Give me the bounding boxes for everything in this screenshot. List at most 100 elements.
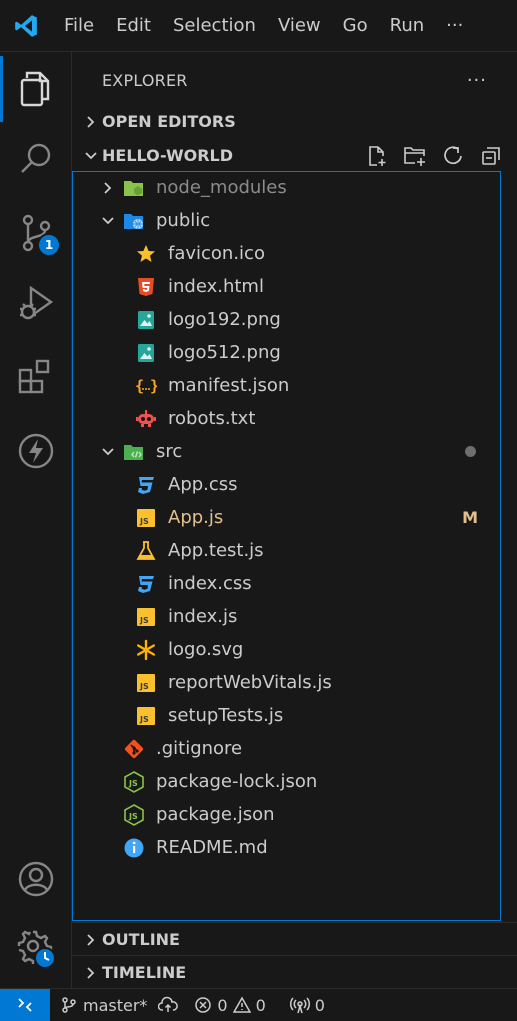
robot-icon (135, 408, 157, 430)
file-label: reportWebVitals.js (168, 672, 332, 693)
thunder-client-icon[interactable] (0, 418, 72, 484)
warning-icon (232, 996, 251, 1013)
search-icon[interactable] (0, 126, 72, 192)
folder-public-icon (123, 210, 145, 232)
menu-more[interactable]: ··· (435, 0, 474, 52)
branch-indicator[interactable]: master* (60, 996, 179, 1015)
broadcast-icon (289, 997, 310, 1014)
chevron-down-icon (97, 210, 119, 232)
sync-cloud-icon (158, 996, 179, 1012)
explorer-title: EXPLORER (102, 70, 188, 90)
account-icon[interactable] (0, 846, 72, 912)
new-folder-icon[interactable] (399, 142, 431, 170)
open-editors-section[interactable]: OPEN EDITORS (72, 105, 517, 138)
folder-src-icon (123, 441, 145, 463)
file-label: App.css (168, 474, 238, 495)
menu-edit[interactable]: Edit (105, 0, 162, 52)
image-icon (135, 309, 157, 331)
file-row[interactable]: JS setupTests.js (73, 699, 500, 732)
file-label: App.js (168, 507, 224, 528)
file-row[interactable]: JS package.json (73, 798, 500, 831)
ports-indicator[interactable]: 0 (289, 996, 325, 1015)
open-editors-label: OPEN EDITORS (102, 112, 236, 131)
source-control-badge: 1 (37, 233, 61, 257)
svg-text:{: { (135, 377, 144, 395)
chevron-down-icon (97, 441, 119, 463)
file-label: manifest.json (168, 375, 290, 396)
file-label: index.html (168, 276, 264, 297)
run-debug-icon[interactable] (0, 270, 72, 336)
file-tree: node_modulespublic favicon.ico index.html l… (72, 171, 501, 921)
svg-text:JS: JS (128, 779, 138, 788)
html5-icon (135, 276, 157, 298)
menu-bar: File Edit Selection View Go Run ··· (52, 0, 474, 52)
nodejs-icon: JS (123, 770, 145, 793)
json-icon: {} (135, 375, 157, 397)
chevron-right-icon (80, 929, 102, 951)
refresh-icon[interactable] (437, 142, 469, 170)
folder-row[interactable]: src (73, 435, 500, 468)
nodejs-icon: JS (123, 803, 145, 826)
outline-label: OUTLINE (102, 930, 180, 949)
file-label: index.js (168, 606, 238, 627)
timeline-section[interactable]: TIMELINE (72, 955, 517, 988)
file-label: package-lock.json (156, 771, 318, 792)
file-label: .gitignore (156, 738, 243, 759)
git-status-badge: M (462, 508, 478, 527)
problems-indicator[interactable]: 0 0 (194, 995, 266, 1015)
new-file-icon[interactable] (361, 142, 393, 170)
remote-indicator[interactable] (0, 988, 50, 1021)
file-label: logo.svg (168, 639, 244, 660)
test-flask-icon (135, 540, 157, 562)
menu-run[interactable]: Run (379, 0, 436, 52)
css-icon (135, 474, 157, 496)
file-row[interactable]: App.css (73, 468, 500, 501)
modified-dot-indicator (465, 446, 476, 457)
activity-bar: 1 (0, 52, 72, 988)
menu-file[interactable]: File (52, 0, 105, 52)
file-row[interactable]: logo192.png (73, 303, 500, 336)
file-row[interactable]: robots.txt (73, 402, 500, 435)
explorer-more-actions[interactable]: ··· (467, 70, 487, 91)
warning-count: 0 (255, 995, 266, 1015)
svg-text:}: } (150, 377, 157, 395)
folder-label: public (156, 210, 211, 231)
file-row[interactable]: JS index.js (73, 600, 500, 633)
extensions-icon[interactable] (0, 344, 72, 410)
source-control-icon[interactable] (0, 200, 72, 266)
file-row[interactable]: .gitignore (73, 732, 500, 765)
folder-row[interactable]: public (73, 204, 500, 237)
star-icon (135, 243, 157, 265)
js-icon: JS (135, 606, 157, 628)
file-row[interactable]: JS App.js M (73, 501, 500, 534)
menu-selection[interactable]: Selection (162, 0, 267, 52)
file-label: favicon.ico (168, 243, 265, 264)
workspace-label: HELLO-WORLD (102, 146, 234, 165)
outline-section[interactable]: OUTLINE (72, 922, 517, 955)
folder-row[interactable]: node_modules (73, 171, 500, 204)
file-row[interactable]: App.test.js (73, 534, 500, 567)
file-row[interactable]: README.md (73, 831, 500, 864)
settings-gear-icon[interactable] (0, 916, 72, 982)
menu-view[interactable]: View (267, 0, 332, 52)
chevron-right-icon (80, 962, 102, 984)
file-row[interactable]: JS package-lock.json (73, 765, 500, 798)
file-row[interactable]: index.css (73, 567, 500, 600)
svg-text:JS: JS (128, 812, 138, 821)
folder-node-icon (123, 177, 145, 199)
file-row[interactable]: index.html (73, 270, 500, 303)
explorer-header: EXPLORER ··· (72, 52, 517, 108)
explorer-icon[interactable] (0, 56, 72, 122)
menu-go[interactable]: Go (332, 0, 379, 52)
folder-label: src (156, 441, 183, 462)
vscode-logo-icon (0, 0, 52, 52)
collapse-all-icon[interactable] (475, 142, 507, 170)
js-icon: JS (135, 672, 157, 694)
file-row[interactable]: logo.svg (73, 633, 500, 666)
chevron-right-icon (80, 111, 102, 133)
workspace-section[interactable]: HELLO-WORLD (72, 139, 517, 172)
file-row[interactable]: logo512.png (73, 336, 500, 369)
file-row[interactable]: favicon.ico (73, 237, 500, 270)
file-row[interactable]: {} manifest.json (73, 369, 500, 402)
file-row[interactable]: JS reportWebVitals.js (73, 666, 500, 699)
